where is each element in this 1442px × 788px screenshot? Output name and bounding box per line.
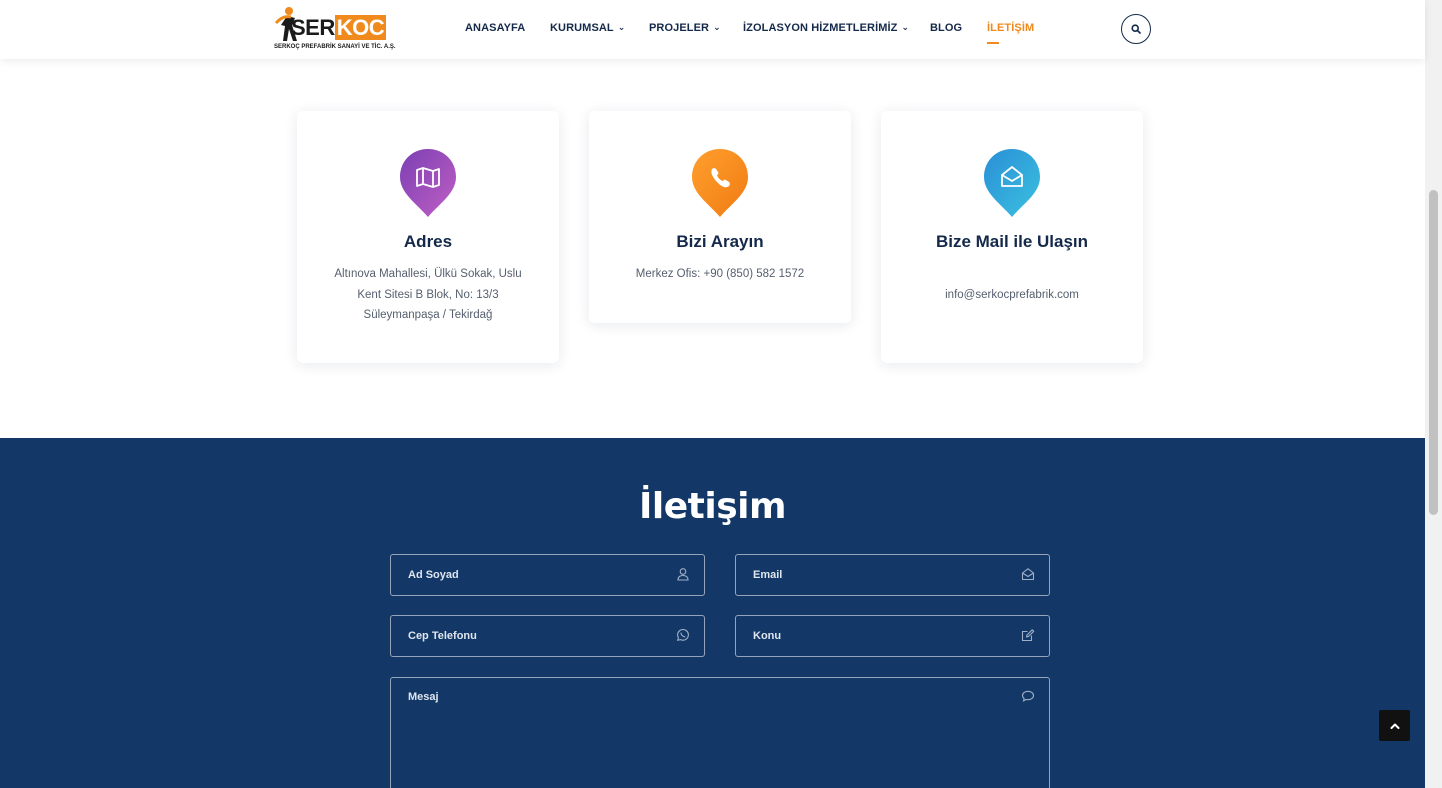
nav-item-label: PROJELER <box>649 22 710 34</box>
nav-item-label: KURUMSAL <box>550 22 614 34</box>
nav-item-label: İZOLASYON HİZMETLERİMİZ <box>743 22 898 34</box>
nav-item-kurumsal[interactable]: KURUMSAL ⌄ <box>550 22 625 34</box>
search-button[interactable] <box>1121 14 1151 44</box>
email-card: Bize Mail ile Ulaşın info@serkocprefabri… <box>881 111 1143 363</box>
logo-tagline: SERKOÇ PREFABRİK SANAYİ VE TİC. A.Ş. <box>274 44 396 50</box>
name-field-placeholder: Ad Soyad <box>408 569 459 581</box>
card-title: Bize Mail ile Ulaşın <box>935 232 1089 251</box>
nav-active-indicator <box>987 42 999 44</box>
nav-item-izolasyon[interactable]: İZOLASYON HİZMETLERİMİZ ⌄ <box>743 22 909 34</box>
nav-item-label: ANASAYFA <box>465 22 526 34</box>
address-card: Adres Altınova Mahallesi, Ülkü Sokak, Us… <box>297 111 559 363</box>
card-title: Bizi Arayın <box>676 232 764 251</box>
nav-item-blog[interactable]: BLOG <box>930 22 962 34</box>
nav-item-projeler[interactable]: PROJELER ⌄ <box>649 22 721 34</box>
email-field[interactable]: Email <box>735 554 1050 596</box>
chevron-down-icon: ⌄ <box>901 22 910 32</box>
nav-item-iletisim[interactable]: İLETİŞİM <box>987 22 1034 34</box>
main-nav: ANASAYFA KURUMSAL ⌄ PROJELER ⌄ İZOLASYON H… <box>0 22 1425 38</box>
phone-text[interactable]: Merkez Ofis: +90 (850) 582 1572 <box>619 264 821 285</box>
map-icon <box>400 149 456 217</box>
nav-item-anasayfa[interactable]: ANASAYFA <box>465 22 525 34</box>
scroll-to-top-button[interactable] <box>1379 710 1410 741</box>
chevron-down-icon: ⌄ <box>617 22 626 32</box>
chevron-up-icon <box>1390 723 1399 729</box>
scrollbar-thumb[interactable] <box>1429 190 1438 515</box>
message-field[interactable]: Mesaj <box>390 677 1050 788</box>
address-text: Altınova Mahallesi, Ülkü Sokak, Uslu Ken… <box>334 268 522 321</box>
chevron-down-icon: ⌄ <box>713 22 721 32</box>
email-text[interactable]: info@serkocprefabrik.com <box>911 285 1113 306</box>
user-icon <box>677 568 689 581</box>
card-title: Adres <box>403 232 453 251</box>
subject-field-placeholder: Konu <box>753 630 782 642</box>
contact-title: İletişim <box>639 486 786 527</box>
phone-card: Bizi Arayın Merkez Ofis: +90 (850) 582 1… <box>589 111 851 323</box>
nav-item-label: BLOG <box>930 22 963 34</box>
phone-field-placeholder: Cep Telefonu <box>408 630 477 642</box>
name-field[interactable]: Ad Soyad <box>390 554 705 596</box>
envelope-open-icon <box>1021 568 1035 581</box>
nav-item-label: İLETİŞİM <box>987 22 1035 34</box>
subject-field[interactable]: Konu <box>735 615 1050 657</box>
comment-icon <box>1021 690 1035 702</box>
envelope-open-icon <box>984 149 1040 217</box>
message-field-placeholder: Mesaj <box>408 691 439 703</box>
edit-icon <box>1021 629 1035 642</box>
site-header: SERKOC SERKOÇ PREFABRİK SANAYİ VE TİC. A… <box>0 0 1425 59</box>
phone-icon <box>692 149 748 217</box>
search-icon <box>1131 24 1141 34</box>
email-field-placeholder: Email <box>753 569 783 581</box>
whatsapp-icon <box>676 628 689 642</box>
phone-field[interactable]: Cep Telefonu <box>390 615 705 657</box>
